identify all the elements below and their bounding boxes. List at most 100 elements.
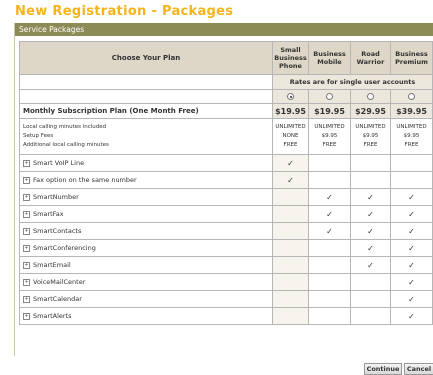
plan-radio-small-business-phone[interactable] — [287, 93, 294, 100]
plan-radio-business-premium[interactable] — [408, 93, 415, 100]
detail-value: NONE — [282, 133, 299, 139]
feature-name: VoiceMailCenter — [33, 278, 86, 286]
feature-row: + SmartFax ✓ ✓ ✓ — [19, 205, 433, 223]
feature-name-cell: + SmartFax — [19, 205, 273, 223]
plan-radio-cell — [390, 89, 433, 104]
expand-plus-icon[interactable]: + — [23, 278, 30, 286]
feature-row: + SmartEmail ✓ ✓ — [19, 256, 433, 274]
expand-plus-icon[interactable]: + — [23, 210, 30, 218]
feature-cell: ✓ — [390, 273, 433, 291]
checkmark-icon: ✓ — [408, 311, 415, 321]
feature-cell: ✓ — [350, 205, 391, 223]
feature-name: SmartAlerts — [33, 312, 72, 320]
plan-radio-business-mobile[interactable] — [326, 93, 333, 100]
feature-name: Fax option on the same number — [33, 176, 137, 184]
checkmark-icon: ✓ — [287, 175, 294, 185]
feature-cell: ✓ — [390, 307, 433, 325]
checkmark-icon: ✓ — [408, 260, 415, 270]
feature-cell: ✓ — [350, 222, 391, 240]
feature-cell: ✓ — [390, 290, 433, 308]
feature-cell — [350, 290, 391, 308]
feature-row: + Fax option on the same number ✓ — [19, 171, 433, 189]
feature-cell: ✓ — [390, 256, 433, 274]
feature-cell — [272, 239, 309, 257]
expand-plus-icon[interactable]: + — [23, 244, 30, 252]
feature-cell: ✓ — [390, 188, 433, 206]
feature-cell: ✓ — [390, 205, 433, 223]
expand-plus-icon[interactable]: + — [23, 312, 30, 320]
detail-value: FREE — [283, 142, 298, 148]
packages-panel: Service Packages Choose Your Plan Small … — [14, 23, 433, 375]
feature-name-cell: + SmartAlerts — [19, 307, 273, 325]
feature-row: + SmartContacts ✓ ✓ ✓ — [19, 222, 433, 240]
detail-label: Additional local calling minutes — [23, 142, 109, 148]
feature-name: SmartConferencing — [33, 244, 96, 252]
feature-name-cell: + SmartContacts — [19, 222, 273, 240]
feature-name-cell: + Smart VoIP Line — [19, 154, 273, 172]
feature-cell — [308, 273, 351, 291]
feature-cell — [390, 171, 433, 189]
feature-row: + VoiceMailCenter ✓ — [19, 273, 433, 291]
checkmark-icon: ✓ — [408, 209, 415, 219]
feature-cell: ✓ — [308, 188, 351, 206]
feature-cell — [350, 171, 391, 189]
detail-value: UNLIMITED — [355, 124, 386, 130]
feature-row: + SmartNumber ✓ ✓ ✓ — [19, 188, 433, 206]
checkmark-icon: ✓ — [408, 277, 415, 287]
feature-cell — [272, 205, 309, 223]
expand-plus-icon[interactable]: + — [23, 295, 30, 303]
feature-name: Smart VoIP Line — [33, 159, 85, 167]
feature-row: + SmartCalendar ✓ — [19, 290, 433, 308]
detail-value: $9.95 — [321, 133, 338, 139]
feature-name-cell: + VoiceMailCenter — [19, 273, 273, 291]
feature-cell — [390, 154, 433, 172]
feature-name: SmartContacts — [33, 227, 82, 235]
detail-labels: Local calling minutes included Setup Fee… — [19, 118, 273, 155]
plan-name-business-mobile: Business Mobile — [308, 41, 351, 75]
feature-cell: ✓ — [350, 239, 391, 257]
expand-plus-icon[interactable]: + — [23, 159, 30, 167]
subscription-label: Monthly Subscription Plan (One Month Fre… — [19, 103, 273, 119]
plan-radio-cell — [350, 89, 391, 104]
feature-cell — [272, 188, 309, 206]
feature-cell — [350, 273, 391, 291]
feature-cell: ✓ — [390, 239, 433, 257]
feature-cell: ✓ — [308, 222, 351, 240]
feature-row: + SmartConferencing ✓ ✓ — [19, 239, 433, 257]
cancel-button[interactable]: Cancel — [404, 363, 433, 375]
feature-cell — [272, 273, 309, 291]
feature-cell — [272, 290, 309, 308]
detail-value: FREE — [322, 142, 337, 148]
checkmark-icon: ✓ — [367, 226, 374, 236]
feature-cell — [308, 239, 351, 257]
plan-price: $19.95 — [272, 103, 309, 119]
feature-name-cell: + SmartNumber — [19, 188, 273, 206]
plan-radio-cell — [272, 89, 309, 104]
detail-value: FREE — [363, 142, 378, 148]
rates-note: Rates are for single user accounts — [272, 74, 433, 90]
plan-details: UNLIMITED NONE FREE — [272, 118, 309, 155]
feature-name-cell: + SmartConferencing — [19, 239, 273, 257]
title-row: New Registration - Packages — [0, 0, 433, 22]
plan-radio-road-warrior[interactable] — [367, 93, 374, 100]
checkmark-icon: ✓ — [408, 243, 415, 253]
feature-name: SmartEmail — [33, 261, 71, 269]
feature-cell: ✓ — [308, 205, 351, 223]
feature-cell: ✓ — [272, 154, 309, 172]
checkmark-icon: ✓ — [287, 158, 294, 168]
feature-cell — [272, 222, 309, 240]
checkmark-icon: ✓ — [367, 260, 374, 270]
feature-name: SmartCalendar — [33, 295, 82, 303]
plans-table: Choose Your Plan Small Business Phone Bu… — [19, 41, 433, 325]
expand-plus-icon[interactable]: + — [23, 261, 30, 269]
feature-name: SmartFax — [33, 210, 64, 218]
plan-radio-cell — [308, 89, 351, 104]
details-row: Local calling minutes included Setup Fee… — [19, 118, 433, 155]
continue-button[interactable]: Continue — [364, 363, 402, 375]
expand-plus-icon[interactable]: + — [23, 193, 30, 201]
detail-value: FREE — [404, 142, 419, 148]
expand-plus-icon[interactable]: + — [23, 227, 30, 235]
feature-cell — [308, 307, 351, 325]
plan-name-business-premium: Business Premium — [390, 41, 433, 75]
expand-plus-icon[interactable]: + — [23, 176, 30, 184]
